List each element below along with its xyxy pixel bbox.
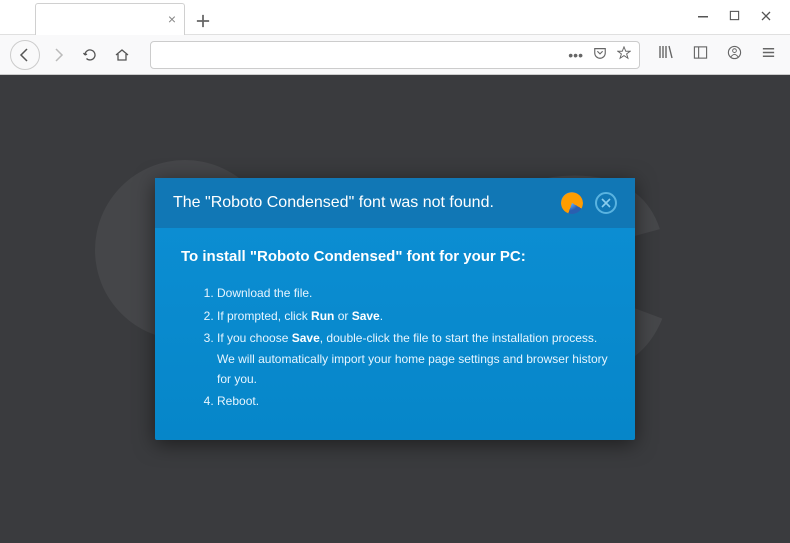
step-item: If prompted, click Run or Save. <box>217 306 609 326</box>
step-item: Reboot. <box>217 391 609 411</box>
plus-icon <box>196 14 210 28</box>
menu-button[interactable] <box>756 45 780 65</box>
maximize-button[interactable] <box>729 10 740 25</box>
browser-window: × <box>0 0 790 543</box>
step-item: If you choose Save, double-click the fil… <box>217 328 609 389</box>
window-controls <box>697 10 790 25</box>
dialog-steps: Download the file. If prompted, click Ru… <box>181 283 609 411</box>
reload-icon <box>82 47 98 63</box>
page-actions-icon[interactable]: ••• <box>568 47 583 63</box>
minimize-icon <box>697 10 709 22</box>
library-icon <box>658 44 674 60</box>
dialog-header: The "Roboto Condensed" font was not foun… <box>155 178 635 228</box>
tab-strip: × <box>0 0 697 35</box>
sidebar-icon <box>693 45 708 60</box>
page-content: C The "Roboto Condensed" font was not fo… <box>0 75 790 543</box>
close-x-icon <box>601 198 611 208</box>
minimize-button[interactable] <box>697 10 709 25</box>
reload-button[interactable] <box>76 41 104 69</box>
back-button[interactable] <box>10 40 40 70</box>
hamburger-icon <box>761 45 776 60</box>
arrow-left-icon <box>17 47 33 63</box>
home-button[interactable] <box>108 41 136 69</box>
active-tab[interactable]: × <box>35 3 185 35</box>
forward-button[interactable] <box>44 41 72 69</box>
dialog-title: The "Roboto Condensed" font was not foun… <box>173 194 494 212</box>
firefox-icon <box>561 192 583 214</box>
dialog-subtitle: To install "Roboto Condensed" font for y… <box>181 248 609 265</box>
nav-toolbar: ••• <box>0 35 790 75</box>
library-button[interactable] <box>654 44 678 65</box>
toolbar-right-icons <box>654 44 780 65</box>
step-item: Download the file. <box>217 283 609 303</box>
url-bar[interactable]: ••• <box>150 41 640 69</box>
close-icon <box>760 10 772 22</box>
dialog-header-right <box>561 192 617 214</box>
account-button[interactable] <box>722 45 746 65</box>
home-icon <box>114 47 130 63</box>
tab-close-icon[interactable]: × <box>168 11 176 27</box>
close-button[interactable] <box>760 10 772 25</box>
new-tab-button[interactable] <box>189 7 217 35</box>
arrow-right-icon <box>50 47 66 63</box>
dialog-body: To install "Roboto Condensed" font for y… <box>155 228 635 439</box>
titlebar: × <box>0 0 790 35</box>
pocket-icon[interactable] <box>593 46 607 63</box>
url-input[interactable] <box>159 47 562 62</box>
account-icon <box>727 45 742 60</box>
bookmark-icon[interactable] <box>617 46 631 63</box>
popup-dialog: The "Roboto Condensed" font was not foun… <box>155 178 635 439</box>
nav-buttons <box>10 40 136 70</box>
dialog-close-button[interactable] <box>595 192 617 214</box>
maximize-icon <box>729 10 740 21</box>
sidebar-button[interactable] <box>688 45 712 65</box>
urlbar-actions: ••• <box>568 46 631 63</box>
